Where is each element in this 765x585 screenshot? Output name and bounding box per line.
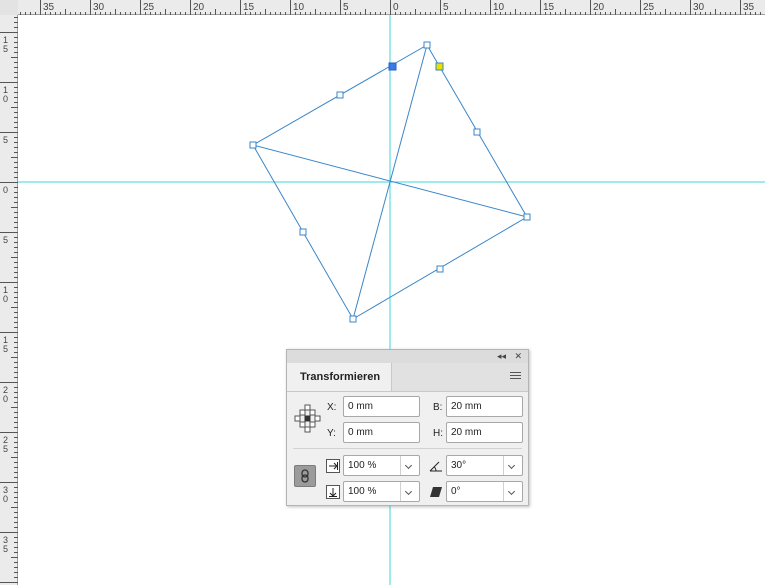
- midpoint-top-right[interactable]: [473, 128, 481, 136]
- midpoint-top-left[interactable]: [336, 91, 344, 99]
- midpoint-bottom-right[interactable]: [436, 265, 444, 273]
- tab-transform[interactable]: Transformieren: [287, 363, 392, 391]
- chain-link-icon: [301, 469, 309, 483]
- panel-menu-icon[interactable]: [510, 372, 521, 382]
- reference-point-icon[interactable]: [293, 404, 323, 434]
- width-field[interactable]: 20 mm: [446, 396, 523, 417]
- x-label: X:: [327, 402, 337, 413]
- y-position-field[interactable]: 0 mm: [343, 422, 420, 443]
- chevron-down-icon[interactable]: [503, 482, 522, 501]
- rotate-value: 30°: [451, 460, 467, 471]
- transform-panel: ◂◂ ✕ Transformieren X: 0 mm Y: 0 mm B: 2…: [286, 349, 529, 506]
- scale-y-value: 100 %: [348, 486, 377, 497]
- shear-icon: [430, 487, 442, 497]
- panel-tab-strip: Transformieren: [287, 363, 528, 392]
- scale-x-value: 100 %: [348, 460, 377, 471]
- collapse-panel-button[interactable]: ◂◂: [497, 350, 506, 363]
- height-field[interactable]: 20 mm: [446, 422, 523, 443]
- x-position-field[interactable]: 0 mm: [343, 396, 420, 417]
- midpoint-bottom-left[interactable]: [299, 228, 307, 236]
- shear-dropdown[interactable]: 0°: [446, 481, 523, 502]
- y-label: Y:: [327, 428, 336, 439]
- anchor-left[interactable]: [249, 141, 257, 149]
- anchor-bottom[interactable]: [349, 315, 357, 323]
- shear-value: 0°: [451, 486, 461, 497]
- chevron-down-icon[interactable]: [503, 456, 522, 475]
- chevron-down-icon[interactable]: [400, 482, 419, 501]
- panel-divider: [293, 448, 522, 449]
- scale-y-dropdown[interactable]: 100 %: [343, 481, 420, 502]
- selected-anchor-blue[interactable]: [388, 62, 397, 71]
- rotate-angle-icon: [429, 461, 442, 472]
- close-panel-button[interactable]: ✕: [514, 350, 522, 363]
- chevron-down-icon[interactable]: [400, 456, 419, 475]
- panel-titlebar[interactable]: ◂◂ ✕: [287, 350, 528, 364]
- constrain-proportions-button[interactable]: [294, 465, 316, 487]
- scale-horizontal-icon: [326, 459, 340, 473]
- width-label: B:: [433, 402, 443, 413]
- selected-anchor-yellow[interactable]: [435, 62, 444, 71]
- anchor-right[interactable]: [523, 213, 531, 221]
- height-label: H:: [433, 428, 443, 439]
- anchor-top[interactable]: [423, 41, 431, 49]
- scale-x-dropdown[interactable]: 100 %: [343, 455, 420, 476]
- scale-vertical-icon: [326, 485, 340, 499]
- rotate-dropdown[interactable]: 30°: [446, 455, 523, 476]
